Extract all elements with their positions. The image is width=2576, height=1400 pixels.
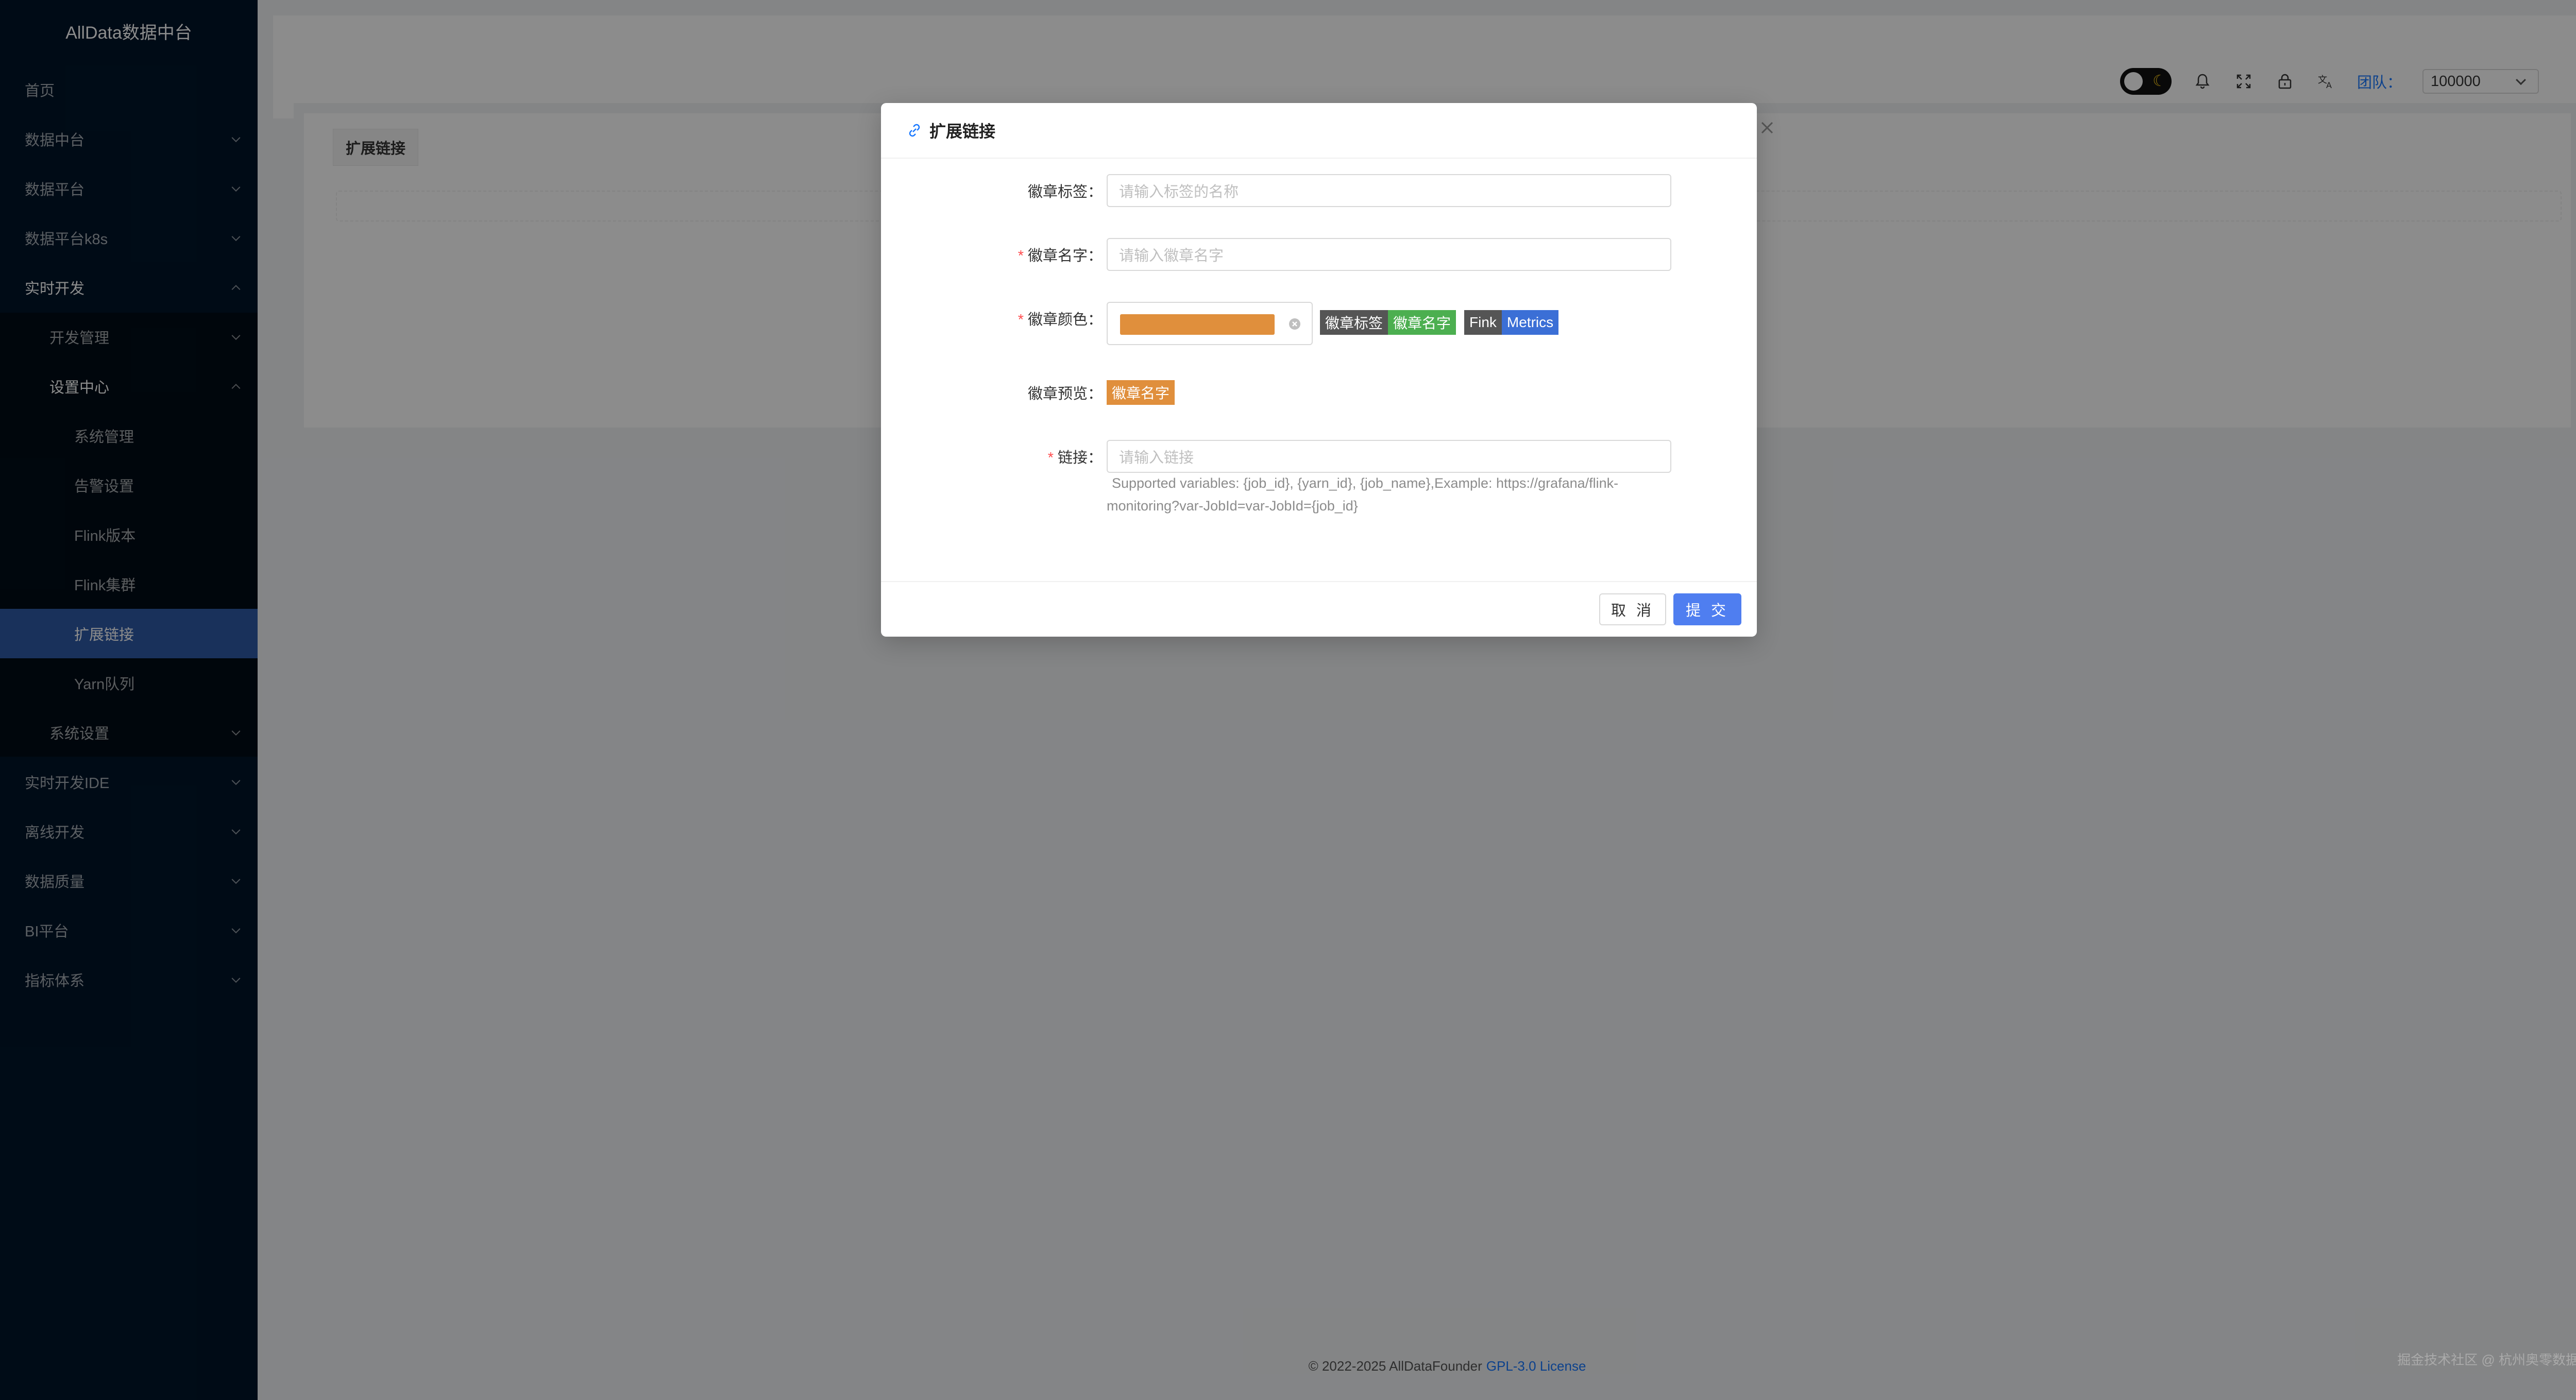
badge-preview-label: 徽章预览： — [1027, 386, 1103, 402]
badge-label-input[interactable]: 请输入标签的名称 — [1107, 174, 1671, 207]
link-row: * 链接： 请输入链接 — [881, 440, 1757, 473]
badge-name-label: * 徽章名字： — [1018, 248, 1103, 264]
badge-color-row: * 徽章颜色： — [881, 302, 1757, 335]
link-input[interactable]: 请输入链接 — [1107, 440, 1671, 473]
badge-preview-value: 徽章名字 — [1107, 380, 1175, 405]
link-label: * 链接： — [1047, 450, 1103, 466]
color-swatch[interactable] — [1120, 314, 1275, 335]
close-icon[interactable] — [1757, 117, 1777, 138]
clear-icon[interactable] — [1288, 317, 1301, 331]
submit-button[interactable]: 提 交 — [1673, 593, 1741, 625]
badge-preview-row: 徽章预览： — [881, 376, 1757, 409]
cancel-button[interactable]: 取 消 — [1599, 593, 1666, 625]
link-icon — [907, 123, 922, 138]
watermark: 掘金技术社区 @ 杭州奥零数据科技 — [2397, 1352, 2576, 1368]
badge-name-row: * 徽章名字： 请输入徽章名字 — [881, 238, 1757, 271]
help-line-2: monitoring?var-JobId=var-JobId={job_id} — [1107, 498, 1358, 514]
modal-title: 扩展链接 — [929, 122, 996, 141]
modal-header: 扩展链接 — [881, 103, 1757, 159]
badge-label-label: 徽章标签： — [1027, 184, 1103, 200]
badge-color-label: * 徽章颜色： — [1018, 312, 1103, 328]
sample-badge-2: Fink Metrics — [1464, 310, 1559, 335]
link-help-text: Supported variables: {job_id}, {yarn_id}… — [1107, 472, 1673, 517]
sample-badge-1-right: 徽章名字 — [1388, 310, 1456, 335]
sample-badge-1: 徽章标签 徽章名字 — [1320, 310, 1456, 335]
help-line-1: Supported variables: {job_id}, {yarn_id}… — [1112, 475, 1619, 491]
sample-badge-1-left: 徽章标签 — [1320, 310, 1388, 335]
sample-badge-2-right: Metrics — [1501, 310, 1559, 335]
badge-name-input[interactable]: 请输入徽章名字 — [1107, 238, 1671, 271]
extension-link-modal: 扩展链接 徽章标签： 请输入标签的名称 * 徽章名字： 请输入徽章名字 * 徽章颜色… — [881, 103, 1757, 637]
badge-label-row: 徽章标签： 请输入标签的名称 — [881, 174, 1757, 207]
color-picker[interactable] — [1107, 302, 1313, 345]
modal-footer: 取 消 提 交 — [881, 581, 1757, 637]
badge-preview: 徽章名字 — [1107, 380, 1175, 405]
sample-badge-2-left: Fink — [1464, 310, 1502, 335]
